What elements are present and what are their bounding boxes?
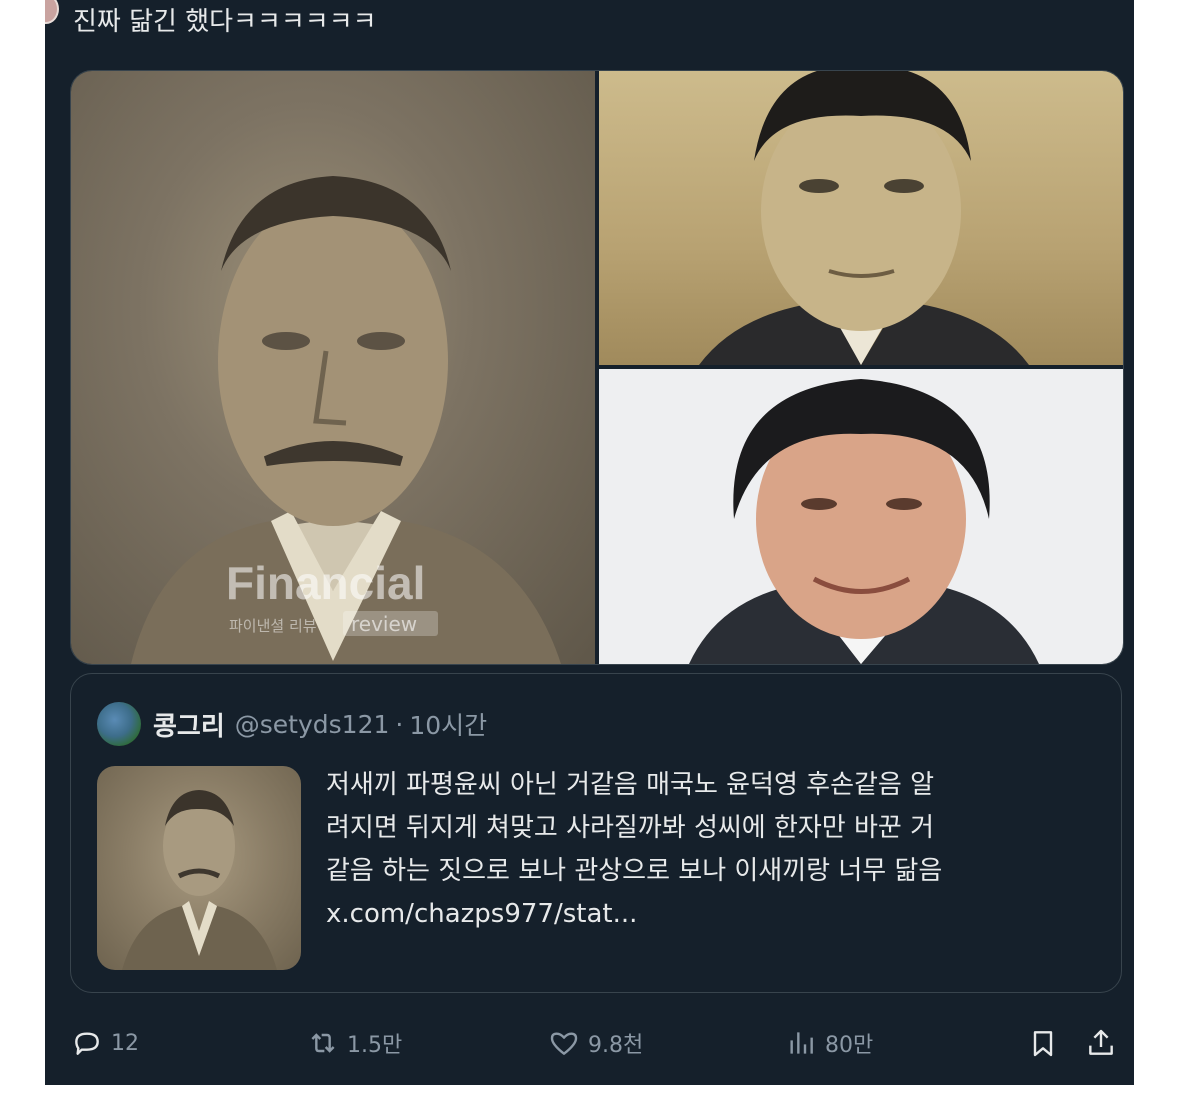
retweet-count: 1.5만	[347, 1033, 403, 1058]
share-icon	[1089, 1029, 1113, 1055]
media-grid: Financial 파이낸셜 리뷰 review	[70, 70, 1124, 665]
like-button[interactable]: 9.8천	[548, 1020, 643, 1066]
watermark-logo: Financial 파이낸셜 리뷰 review	[226, 557, 438, 636]
media-image-2[interactable]	[599, 71, 1123, 365]
quoted-link[interactable]: x.com/chazps977/stat...	[326, 893, 1106, 936]
quoted-author-handle[interactable]: @setyds121	[235, 710, 390, 739]
quoted-author-name[interactable]: 콩그리	[153, 706, 225, 743]
media-image-1[interactable]: Financial 파이낸셜 리뷰 review	[71, 71, 595, 664]
tweet-card: 진짜 닮긴 했다ㅋㅋㅋㅋㅋㅋ Financial 파이낸셜 리뷰 review	[45, 0, 1134, 1085]
quoted-text-line: 같음 하는 짓으로 보나 관상으로 보나 이새끼랑 너무 닮음	[326, 856, 943, 886]
watermark-main: Financial	[226, 557, 425, 609]
quoted-tweet-text: 저새끼 파평윤씨 아닌 거같음 매국노 윤덕영 후손같음 알 려지면 뒤지게 쳐…	[326, 764, 1106, 936]
meta-separator: ·	[395, 709, 404, 739]
quoted-timestamp[interactable]: 10시간	[409, 706, 487, 742]
bookmark-icon	[1033, 1031, 1053, 1057]
reply-icon	[75, 1032, 99, 1055]
quoted-author-avatar[interactable]	[97, 702, 141, 746]
reply-button[interactable]: 12	[71, 1020, 139, 1066]
retweet-icon	[311, 1033, 335, 1053]
portrait-photo-3	[689, 379, 1039, 664]
action-bar: 12 1.5만 9.8천 80만	[45, 1020, 1134, 1070]
author-avatar[interactable]	[45, 0, 59, 24]
retweet-button[interactable]: 1.5만	[307, 1020, 402, 1066]
like-count: 9.8천	[588, 1033, 644, 1058]
quoted-tweet[interactable]: 콩그리 @setyds121 · 10시간 저새끼 파평윤씨 아닌 거같음 매국…	[70, 673, 1122, 993]
tweet-text: 진짜 닮긴 했다ㅋㅋㅋㅋㅋㅋ	[73, 7, 377, 37]
heart-icon	[550, 1032, 578, 1055]
thumbnail-portrait	[122, 790, 277, 970]
media-image-3[interactable]	[599, 369, 1123, 664]
views-button[interactable]: 80만	[785, 1020, 873, 1066]
quoted-media-thumbnail[interactable]	[97, 766, 301, 970]
quoted-text-line: 려지면 뒤지게 쳐맞고 사라질까봐 성씨에 한자만 바꾼 거	[326, 813, 935, 843]
analytics-icon	[790, 1032, 813, 1054]
bookmark-button[interactable]	[1027, 1020, 1067, 1066]
quoted-text-line: 저새끼 파평윤씨 아닌 거같음 매국노 윤덕영 후손같음 알	[326, 770, 935, 800]
watermark-sub: 파이낸셜 리뷰	[229, 617, 317, 635]
reply-count: 12	[111, 1030, 139, 1056]
views-count: 80만	[825, 1033, 874, 1058]
quoted-tweet-header: 콩그리 @setyds121 · 10시간	[97, 702, 487, 746]
share-button[interactable]	[1085, 1020, 1125, 1066]
watermark-tag: review	[351, 612, 417, 636]
portrait-photo-2	[699, 71, 1029, 365]
